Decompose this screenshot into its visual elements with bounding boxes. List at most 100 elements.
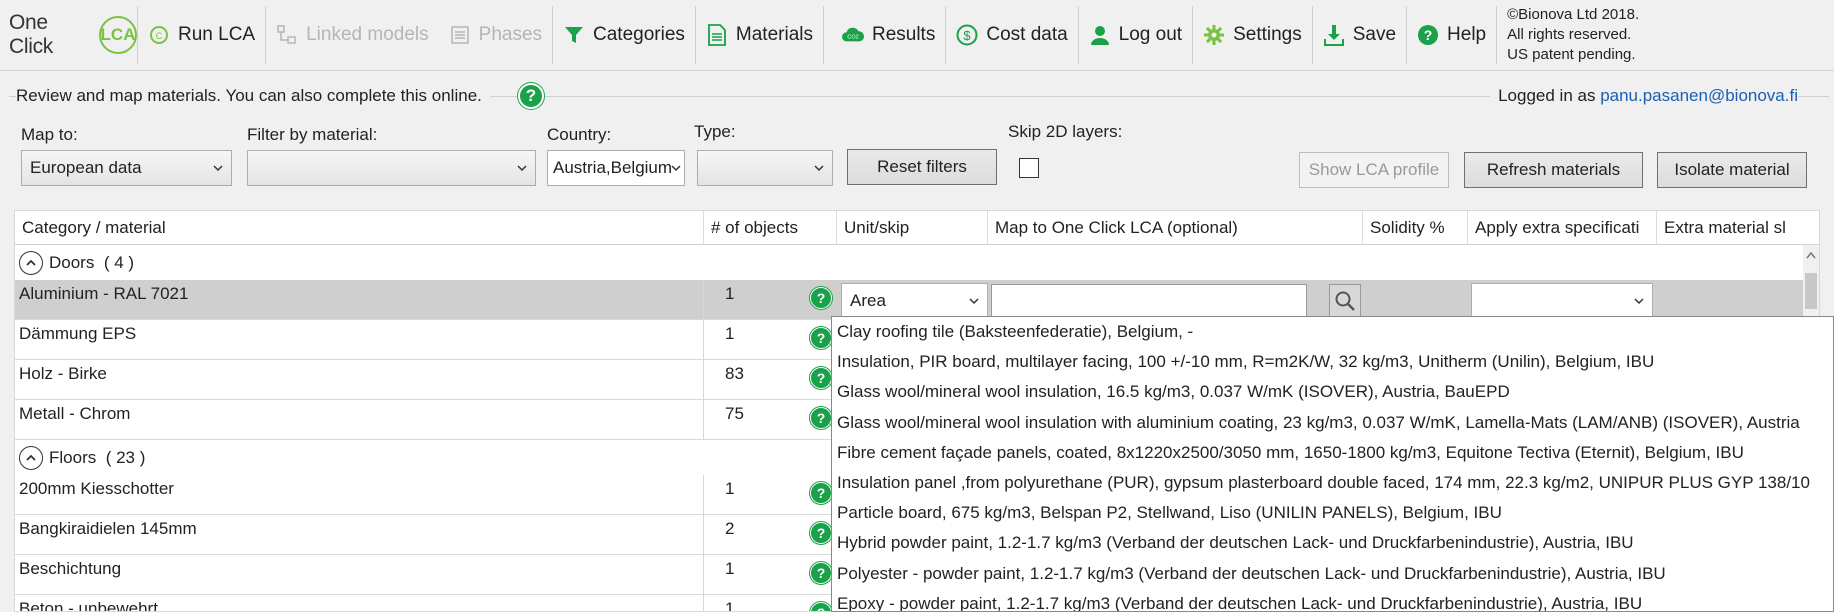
search-icon [1335,291,1355,311]
help-icon[interactable]: ? [810,407,832,429]
suggestion-item[interactable]: Glass wool/mineral wool insulation, 16.5… [832,377,1833,407]
help-button[interactable]: ? Help [1407,0,1496,71]
column-header-category[interactable]: Category / material [15,211,704,245]
map-to-select[interactable]: European data [21,150,232,186]
settings-button[interactable]: Settings [1193,0,1312,71]
suggestion-item[interactable]: Hybrid powder paint, 1.2-1.7 kg/m3 (Verb… [832,528,1833,558]
group-name: Doors [49,253,95,272]
main-toolbar: One Click LCA C Run LCA Linked models Ph… [0,0,1834,71]
column-header-extra-material[interactable]: Extra material sl [1657,211,1819,245]
material-name: Dämmung EPS [15,320,704,360]
log-out-button[interactable]: Log out [1079,0,1192,71]
object-count: 1 [725,284,735,303]
suggestion-item[interactable]: Epoxy - powder paint, 1.2-1.7 kg/m3 (Ver… [832,589,1833,611]
logged-in-prefix: Logged in as [1498,86,1601,105]
help-icon[interactable]: ? [810,602,832,611]
country-label: Country: [547,125,612,144]
suggestion-item[interactable]: Particle board, 675 kg/m3, Belspan P2, S… [832,498,1833,528]
chevron-down-icon [517,165,527,172]
scrollbar-thumb[interactable] [1805,273,1817,309]
copyright-line: US patent pending. [1507,46,1636,63]
help-icon[interactable]: ? [810,327,832,349]
isolate-material-button[interactable]: Isolate material [1657,152,1807,188]
help-icon[interactable]: ? [810,522,832,544]
column-header-unit[interactable]: Unit/skip [837,211,988,245]
collapse-icon[interactable] [19,251,43,275]
help-icon[interactable]: ? [810,287,832,309]
group-count: ( 23 ) [105,448,146,467]
country-value: Austria,Belgium [553,158,673,177]
country-select[interactable]: Austria,Belgium [547,150,685,186]
materials-label: Materials [735,24,813,45]
chevron-up-icon[interactable] [1806,251,1816,259]
material-name: Aluminium - RAL 7021 [15,280,704,320]
filter-icon [563,24,585,46]
object-count: 1 [725,559,735,578]
svg-text:C: C [156,31,163,41]
phases-button[interactable]: Phases [439,0,552,71]
gear-icon [1203,24,1225,46]
svg-text:CO2: CO2 [847,35,858,41]
filter-material-select[interactable] [247,150,536,186]
help-icon[interactable]: ? [810,562,832,584]
column-header-map-to[interactable]: Map to One Click LCA (optional) [988,211,1363,245]
save-button[interactable]: Save [1313,0,1406,71]
instructions-text: Review and map materials. You can also c… [16,86,490,106]
chevron-down-icon [213,165,223,172]
table-header: Category / material # of objects Unit/sk… [15,211,1819,245]
material-name: 200mm Kiesschotter [15,475,704,515]
table-row[interactable]: Aluminium - RAL 7021 1 ? Area [15,280,1805,320]
logo-text: One Click [9,11,53,58]
reset-filters-button[interactable]: Reset filters [847,149,997,185]
logged-in-status: Logged in as panu.pasanen@bionova.fi [1490,86,1798,106]
linked-models-button[interactable]: Linked models [266,0,439,71]
copyright-line: ©Bionova Ltd 2018. [1507,6,1640,23]
user-email-link[interactable]: panu.pasanen@bionova.fi [1600,86,1798,105]
run-lca-button[interactable]: C Run LCA [138,0,265,71]
column-header-solidity[interactable]: Solidity % [1363,211,1468,245]
help-icon[interactable]: ? [810,482,832,504]
chevron-down-icon [671,165,681,172]
object-count: 1 [725,324,735,343]
suggestion-item[interactable]: Fibre cement façade panels, coated, 8x12… [832,438,1833,468]
column-header-extra-spec[interactable]: Apply extra specificati [1468,211,1657,245]
settings-label: Settings [1233,24,1302,45]
help-label: Help [1447,24,1487,45]
type-select[interactable] [697,150,833,186]
suggestion-item[interactable]: Insulation panel ,from polyurethane (PUR… [832,468,1833,498]
save-label: Save [1352,24,1397,45]
user-icon [1089,24,1111,46]
phases-label: Phases [478,24,543,45]
results-label: Results [871,24,936,45]
group-row-doors[interactable]: Doors ( 4 ) [15,246,1805,280]
suggestion-item[interactable]: Insulation, PIR board, multilayer facing… [832,347,1833,377]
cost-data-button[interactable]: $ Cost data [946,0,1077,71]
materials-button[interactable]: Materials [696,0,823,71]
object-count: 75 [725,404,744,423]
suggestion-item[interactable]: Polyester - powder paint, 1.2-1.7 kg/m3 … [832,559,1833,589]
unit-select[interactable]: Area [841,283,988,319]
chevron-down-icon [814,165,824,172]
unit-value: Area [850,291,886,310]
refresh-materials-button[interactable]: Refresh materials [1464,152,1643,188]
suggestion-item[interactable]: Glass wool/mineral wool insulation with … [832,408,1833,438]
info-bar: Review and map materials. You can also c… [0,80,1834,112]
co2-cloud-icon: CO2 [842,24,864,46]
collapse-icon[interactable] [19,446,43,470]
search-button[interactable] [1329,284,1361,318]
object-count: 83 [725,364,744,383]
column-header-objects[interactable]: # of objects [704,211,837,245]
show-lca-profile-button[interactable]: Show LCA profile [1299,152,1449,188]
categories-button[interactable]: Categories [553,0,695,71]
results-button[interactable]: CO2 Results [824,0,945,71]
help-icon[interactable]: ? [518,83,544,109]
object-count: 1 [725,479,735,498]
help-icon[interactable]: ? [810,367,832,389]
map-search-input[interactable] [991,284,1307,318]
skip-2d-checkbox[interactable] [1019,158,1039,178]
suggestion-item[interactable]: Clay roofing tile (Baksteenfederatie), B… [832,317,1833,347]
document-icon [706,24,728,46]
extra-spec-select[interactable] [1471,283,1653,319]
linked-models-label: Linked models [306,24,429,45]
skip-2d-label: Skip 2D layers: [1008,122,1123,141]
